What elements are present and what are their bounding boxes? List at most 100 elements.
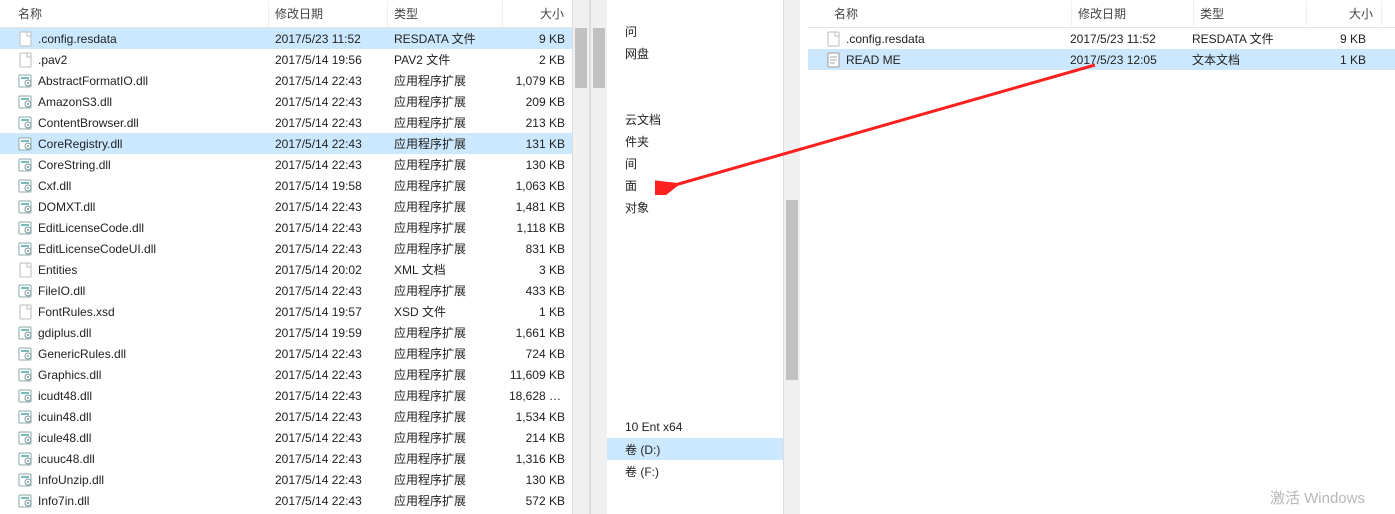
tree-item[interactable]	[607, 306, 800, 328]
right-header-row: 名称 修改日期 类型 大小	[808, 0, 1395, 28]
tree-item[interactable]	[607, 372, 800, 394]
file-name-label: icuuc48.dll	[38, 452, 95, 466]
file-row[interactable]: gdiplus.dll2017/5/14 19:59应用程序扩展1,661 KB	[0, 322, 589, 343]
file-row[interactable]: icuin48.dll2017/5/14 22:43应用程序扩展1,534 KB	[0, 406, 589, 427]
right-header-name[interactable]: 名称	[816, 1, 1072, 26]
tree-item[interactable]	[607, 218, 800, 240]
file-name-cell: AmazonS3.dll	[0, 92, 269, 112]
tree-item[interactable]	[607, 86, 800, 108]
file-name-label: ContentBrowser.dll	[38, 116, 139, 130]
file-date-cell: 2017/5/14 22:43	[269, 93, 388, 111]
middle-scrollbar-left[interactable]	[590, 0, 607, 514]
file-row[interactable]: FileIO.dll2017/5/14 22:43应用程序扩展433 KB	[0, 280, 589, 301]
file-name-cell: GenericRules.dll	[0, 344, 269, 364]
file-row[interactable]: EditLicenseCodeUI.dll2017/5/14 22:43应用程序…	[0, 238, 589, 259]
tree-item[interactable]: 云文档	[607, 108, 800, 130]
file-type-cell: 应用程序扩展	[388, 343, 503, 364]
file-name-cell: CoreRegistry.dll	[0, 134, 269, 154]
file-date-cell: 2017/5/14 22:43	[269, 408, 388, 426]
txt-icon	[826, 52, 842, 68]
right-header-size[interactable]: 大小	[1307, 1, 1382, 26]
file-row[interactable]: FontRules.xsd2017/5/14 19:57XSD 文件1 KB	[0, 301, 589, 322]
file-row[interactable]: CoreString.dll2017/5/14 22:43应用程序扩展130 K…	[0, 154, 589, 175]
file-name-label: CoreRegistry.dll	[38, 137, 122, 151]
file-type-cell: 应用程序扩展	[388, 406, 503, 427]
file-row[interactable]: CoreRegistry.dll2017/5/14 22:43应用程序扩展131…	[0, 133, 589, 154]
right-header-date[interactable]: 修改日期	[1072, 1, 1194, 26]
file-row[interactable]: .config.resdata2017/5/23 11:52RESDATA 文件…	[0, 28, 589, 49]
file-type-cell: 应用程序扩展	[388, 238, 503, 259]
file-name-label: Entities	[38, 263, 77, 277]
file-date-cell: 2017/5/14 19:59	[269, 324, 388, 342]
file-name-cell: .config.resdata	[808, 29, 1064, 49]
file-type-cell: PAV2 文件	[388, 49, 503, 70]
file-type-cell: 应用程序扩展	[388, 175, 503, 196]
file-size-cell: 9 KB	[503, 30, 581, 48]
file-row[interactable]: icule48.dll2017/5/14 22:43应用程序扩展214 KB	[0, 427, 589, 448]
file-row[interactable]: .pav22017/5/14 19:56PAV2 文件2 KB	[0, 49, 589, 70]
dll-icon	[18, 325, 34, 341]
file-name-label: EditLicenseCode.dll	[38, 221, 144, 235]
left-header-row: 名称 修改日期 类型 大小	[0, 0, 589, 28]
tree-item[interactable]: 卷 (D:)	[607, 438, 800, 460]
file-row[interactable]: Graphics.dll2017/5/14 22:43应用程序扩展11,609 …	[0, 364, 589, 385]
file-name-cell: icuuc48.dll	[0, 449, 269, 469]
tree-item[interactable]: 问	[607, 20, 800, 42]
right-header-type[interactable]: 类型	[1194, 1, 1307, 26]
file-type-cell: 应用程序扩展	[388, 196, 503, 217]
dll-icon	[18, 346, 34, 362]
left-header-size[interactable]: 大小	[503, 1, 581, 26]
file-date-cell: 2017/5/23 12:05	[1064, 51, 1186, 69]
tree-item[interactable]	[607, 350, 800, 372]
file-row[interactable]: .config.resdata2017/5/23 11:52RESDATA 文件…	[808, 28, 1395, 49]
file-size-cell: 724 KB	[503, 345, 581, 363]
file-date-cell: 2017/5/14 22:43	[269, 429, 388, 447]
tree-item[interactable]: 面	[607, 174, 800, 196]
file-type-cell: 应用程序扩展	[388, 280, 503, 301]
dll-icon	[18, 493, 34, 509]
file-name-label: icuin48.dll	[38, 410, 91, 424]
file-name-cell: EditLicenseCodeUI.dll	[0, 239, 269, 259]
tree-item[interactable]	[607, 394, 800, 416]
tree-item[interactable]: 件夹	[607, 130, 800, 152]
file-row[interactable]: InfoUnzip.dll2017/5/14 22:43应用程序扩展130 KB	[0, 469, 589, 490]
left-header-date[interactable]: 修改日期	[269, 1, 388, 26]
left-header-type[interactable]: 类型	[388, 1, 503, 26]
tree-item[interactable]	[607, 240, 800, 262]
file-name-cell: gdiplus.dll	[0, 323, 269, 343]
file-size-cell: 1,079 KB	[503, 72, 581, 90]
tree-item[interactable]	[607, 328, 800, 350]
file-row[interactable]: Entities2017/5/14 20:02XML 文档3 KB	[0, 259, 589, 280]
tree-item[interactable]	[607, 284, 800, 306]
file-name-label: GenericRules.dll	[38, 347, 126, 361]
left-header-name[interactable]: 名称	[0, 1, 269, 26]
file-row[interactable]: Cxf.dll2017/5/14 19:58应用程序扩展1,063 KB	[0, 175, 589, 196]
file-size-cell: 213 KB	[503, 114, 581, 132]
tree-item[interactable]: 卷 (F:)	[607, 460, 800, 482]
file-row[interactable]: icudt48.dll2017/5/14 22:43应用程序扩展18,628 K…	[0, 385, 589, 406]
file-date-cell: 2017/5/14 22:43	[269, 387, 388, 405]
file-name-label: Cxf.dll	[38, 179, 71, 193]
dll-icon	[18, 94, 34, 110]
file-type-cell: RESDATA 文件	[1186, 28, 1299, 49]
file-date-cell: 2017/5/14 22:43	[269, 492, 388, 510]
left-scrollbar[interactable]	[572, 0, 589, 514]
tree-item[interactable]	[607, 262, 800, 284]
tree-item[interactable]: 对象	[607, 196, 800, 218]
file-row[interactable]: READ ME2017/5/23 12:05文本文档1 KB	[808, 49, 1395, 70]
file-row[interactable]: AmazonS3.dll2017/5/14 22:43应用程序扩展209 KB	[0, 91, 589, 112]
file-row[interactable]: Info7in.dll2017/5/14 22:43应用程序扩展572 KB	[0, 490, 589, 511]
file-row[interactable]: DOMXT.dll2017/5/14 22:43应用程序扩展1,481 KB	[0, 196, 589, 217]
file-date-cell: 2017/5/14 19:58	[269, 177, 388, 195]
file-row[interactable]: EditLicenseCode.dll2017/5/14 22:43应用程序扩展…	[0, 217, 589, 238]
file-row[interactable]: AbstractFormatIO.dll2017/5/14 22:43应用程序扩…	[0, 70, 589, 91]
tree-item[interactable]: 网盘	[607, 42, 800, 64]
middle-scrollbar-right[interactable]	[783, 0, 800, 514]
file-row[interactable]: icuuc48.dll2017/5/14 22:43应用程序扩展1,316 KB	[0, 448, 589, 469]
file-row[interactable]: GenericRules.dll2017/5/14 22:43应用程序扩展724…	[0, 343, 589, 364]
file-row[interactable]: ContentBrowser.dll2017/5/14 22:43应用程序扩展2…	[0, 112, 589, 133]
file-name-label: .pav2	[38, 53, 67, 67]
tree-item[interactable]: 10 Ent x64	[607, 416, 800, 438]
tree-item[interactable]: 间	[607, 152, 800, 174]
tree-item[interactable]	[607, 64, 800, 86]
